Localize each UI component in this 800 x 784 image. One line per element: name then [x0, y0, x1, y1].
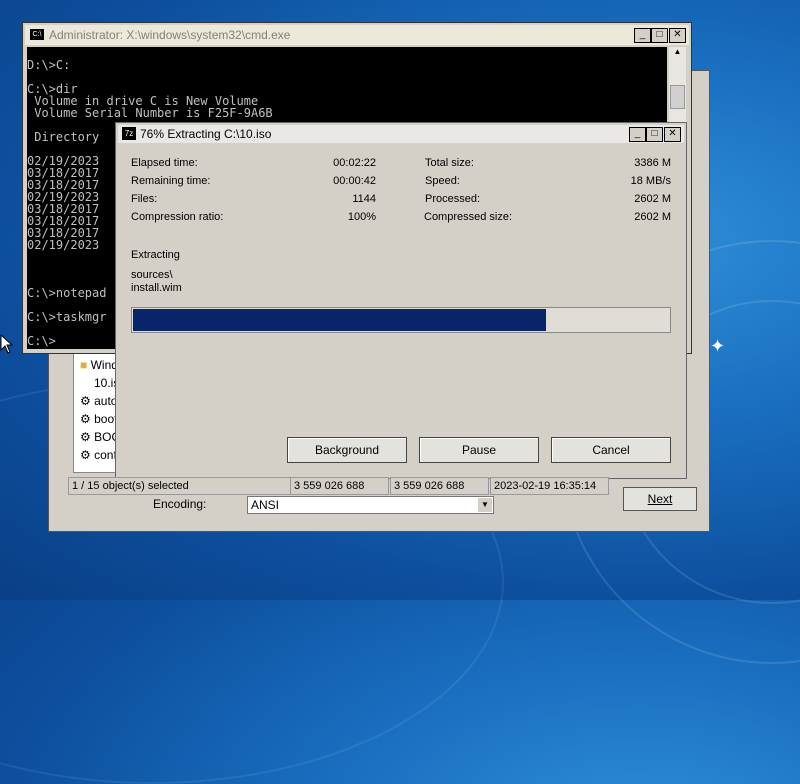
terminal-line: Volume Serial Number is F25F-9A6B: [27, 106, 273, 120]
speed-label: Speed:: [425, 175, 460, 187]
files-value: 1144: [352, 193, 376, 205]
status-selected: 1 / 15 object(s) selected: [68, 477, 291, 495]
cmd-title: Administrator: X:\windows\system32\cmd.e…: [49, 28, 291, 42]
status-bar: 1 / 15 object(s) selected 3 559 026 688 …: [68, 477, 609, 495]
compressed-size-label: Compressed size:: [424, 211, 513, 223]
speed-value: 18 MB/s: [630, 175, 671, 187]
total-size-label: Total size:: [425, 157, 474, 169]
current-file: install.wim: [131, 282, 182, 294]
pause-button[interactable]: Pause: [419, 437, 539, 463]
file-gear-icon: ⚙: [80, 412, 91, 426]
cmd-titlebar[interactable]: C:\ Administrator: X:\windows\system32\c…: [25, 25, 689, 45]
action-status: Extracting: [131, 249, 180, 261]
progress-fill: [133, 309, 546, 331]
remaining-label: Remaining time:: [131, 175, 211, 187]
7zip-icon: 7z: [122, 127, 136, 140]
list-item[interactable]: ⚙ boot: [80, 412, 117, 426]
list-item[interactable]: ⚙ auto: [80, 394, 117, 408]
ratio-value: 100%: [347, 211, 376, 223]
minimize-button[interactable]: _: [629, 127, 646, 142]
total-size-value: 3386 M: [634, 157, 671, 169]
minimize-button[interactable]: _: [634, 28, 651, 43]
cancel-button[interactable]: Cancel: [551, 437, 671, 463]
elapsed-label: Elapsed time:: [131, 157, 198, 169]
ratio-label: Compression ratio:: [131, 211, 224, 223]
current-path: sources\: [131, 269, 173, 281]
terminal-line: D:\>C:: [27, 58, 71, 72]
cursor-icon: [0, 334, 14, 354]
remaining-value: 00:00:42: [333, 175, 376, 187]
elapsed-value: 00:02:22: [333, 157, 376, 169]
next-button[interactable]: Next: [623, 487, 697, 511]
processed-value: 2602 M: [634, 193, 671, 205]
processed-label: Processed:: [425, 193, 481, 205]
scroll-up-icon: ▲: [673, 47, 682, 56]
list-item[interactable]: ⚙ conf: [80, 448, 117, 462]
encoding-select[interactable]: ANSI ▼: [247, 496, 494, 514]
close-button[interactable]: ✕: [664, 127, 681, 142]
sparkle-icon: ✦: [710, 336, 726, 356]
encoding-label: Encoding:: [153, 497, 207, 511]
status-date: 2023-02-19 16:35:14: [490, 477, 609, 495]
maximize-button[interactable]: □: [651, 28, 668, 43]
close-button[interactable]: ✕: [669, 28, 686, 43]
file-gear-icon: ⚙: [80, 430, 91, 444]
background-button[interactable]: Background: [287, 437, 407, 463]
extract-dialog: 7z 76% Extracting C:\10.iso _ □ ✕ Elapse…: [115, 122, 687, 479]
scroll-thumb[interactable]: [670, 85, 685, 109]
dialog-titlebar[interactable]: 7z 76% Extracting C:\10.iso _ □ ✕: [118, 125, 684, 143]
folder-icon: ■: [80, 358, 88, 372]
status-size: 3 559 026 688: [290, 477, 389, 495]
status-packed-size: 3 559 026 688: [390, 477, 489, 495]
progress-bar: [131, 307, 671, 333]
cmd-icon: C:\: [30, 29, 44, 40]
dialog-title: 76% Extracting C:\10.iso: [140, 127, 272, 141]
maximize-button[interactable]: □: [646, 127, 663, 142]
file-gear-icon: ⚙: [80, 448, 91, 462]
files-label: Files:: [131, 193, 158, 205]
compressed-size-value: 2602 M: [634, 211, 671, 223]
chevron-down-icon: ▼: [478, 498, 492, 512]
file-gear-icon: ⚙: [80, 394, 91, 408]
